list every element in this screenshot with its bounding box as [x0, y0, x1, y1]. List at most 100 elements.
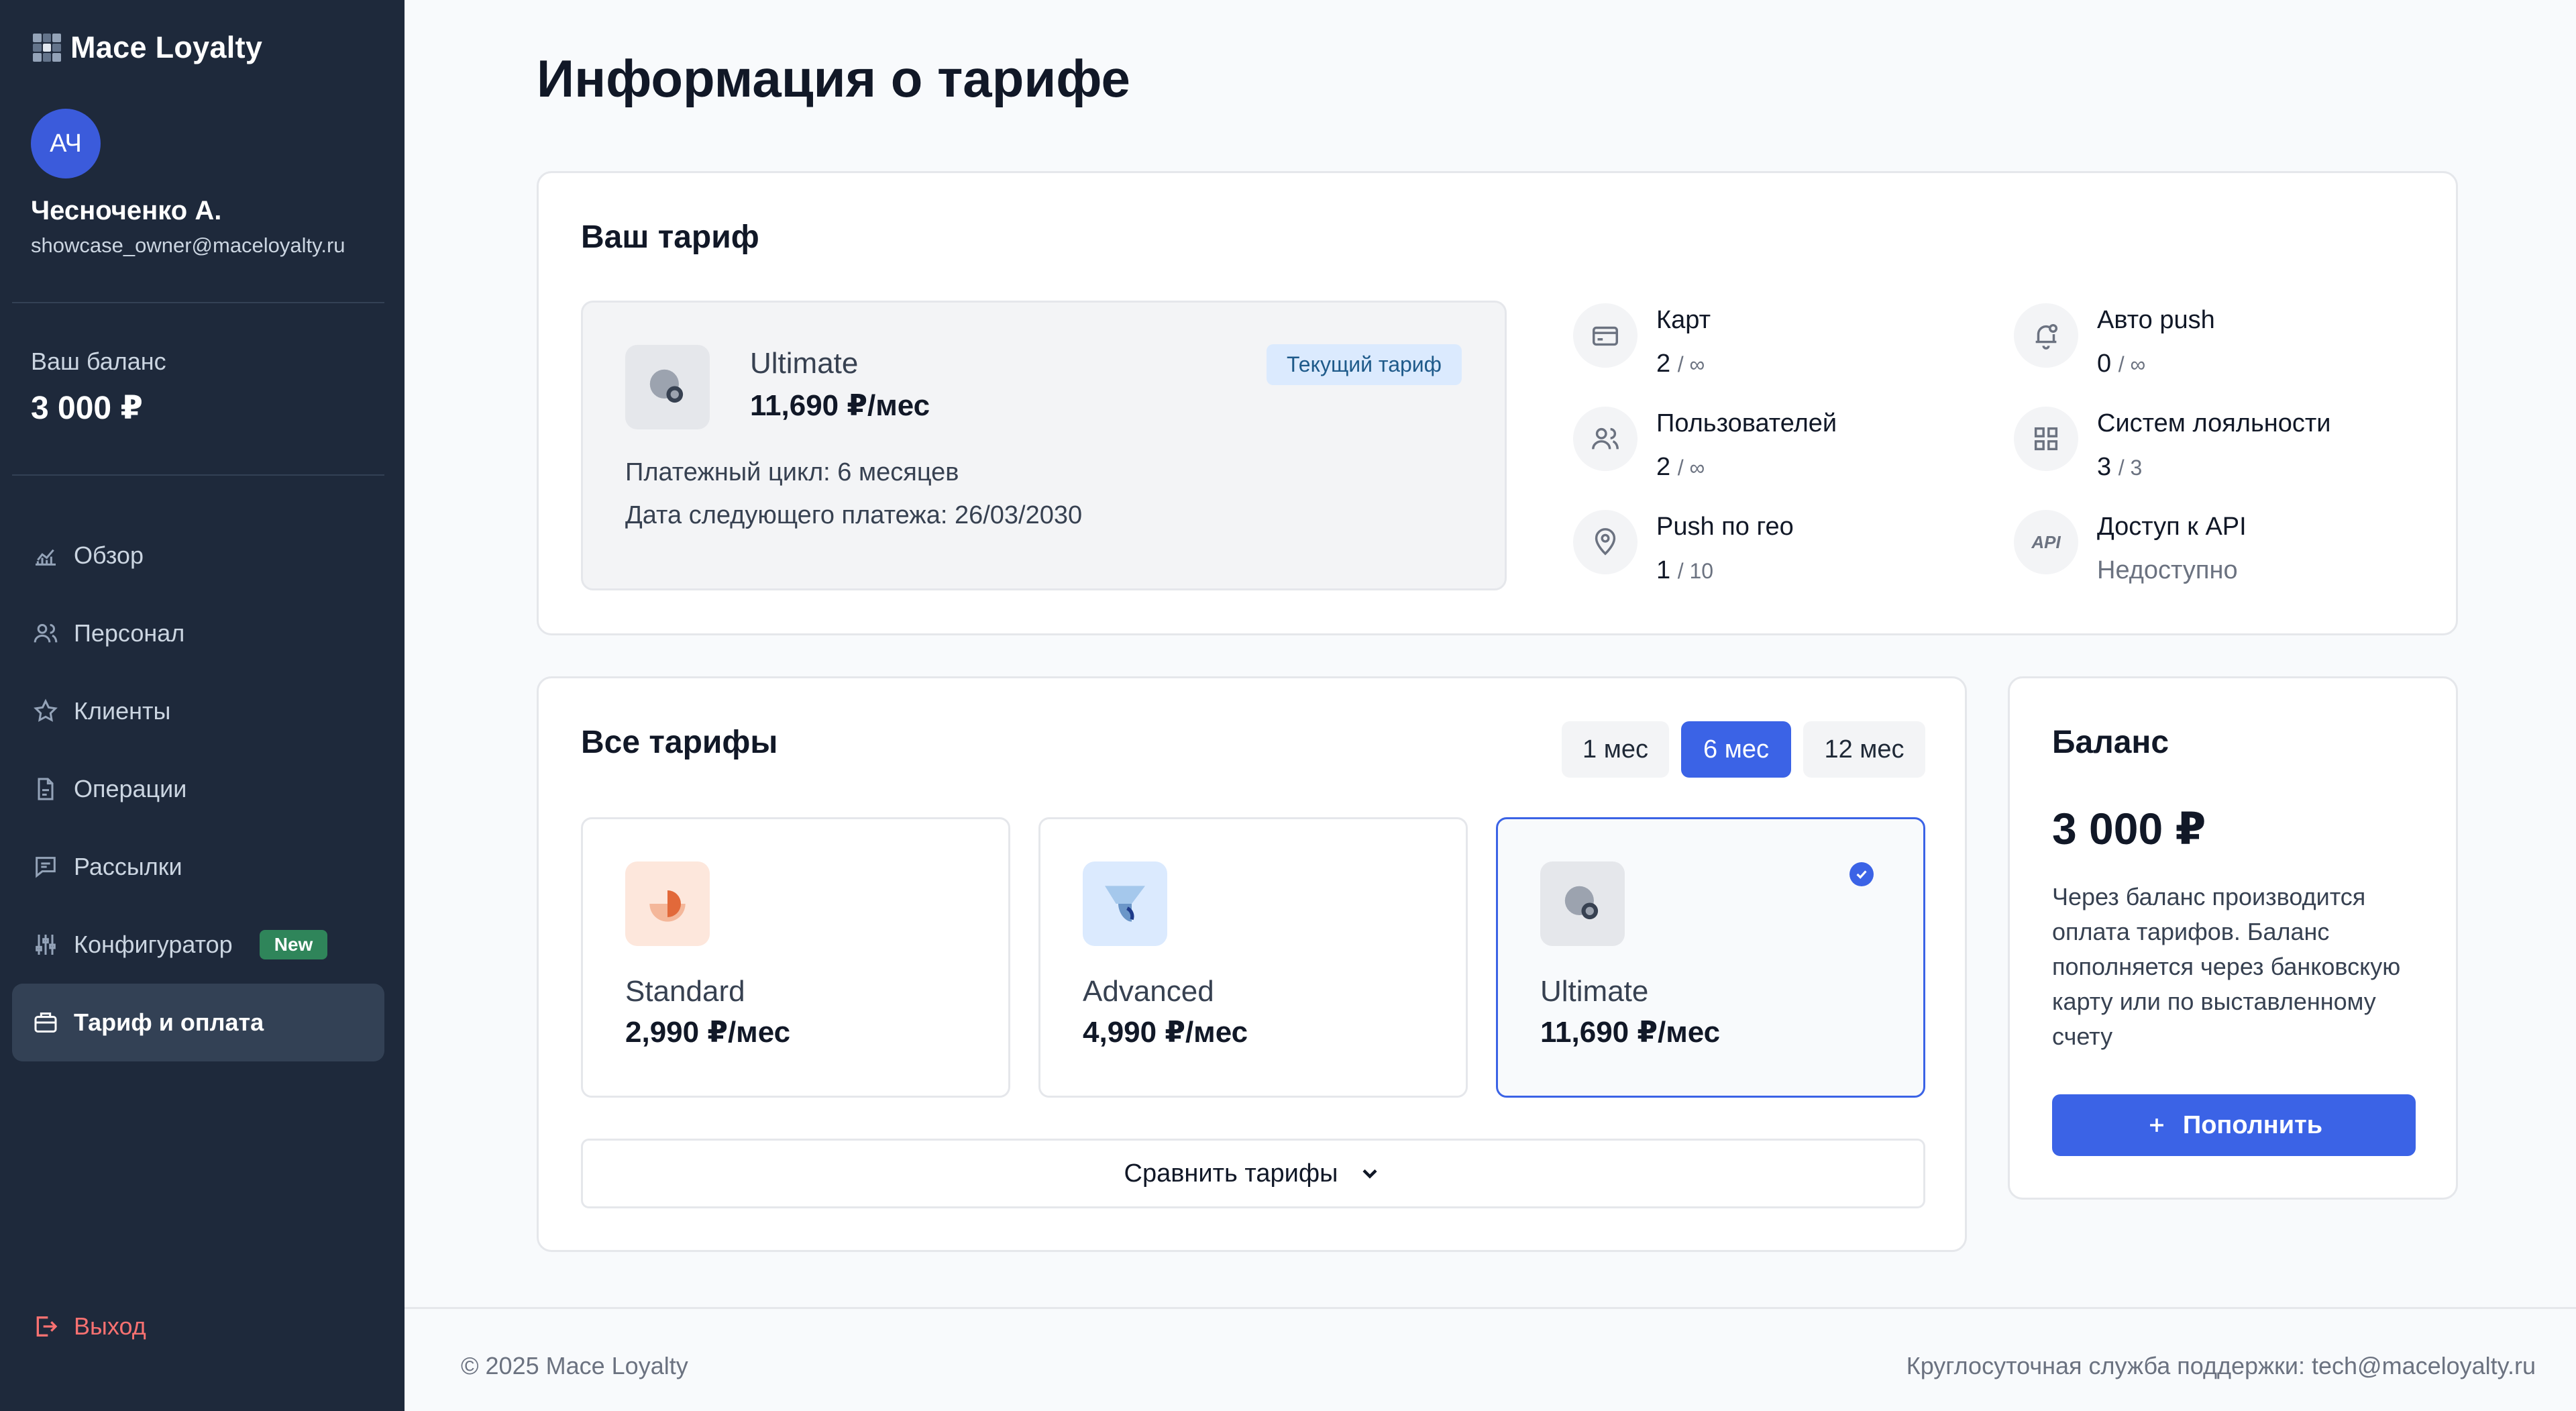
plus-icon: [2149, 1118, 2163, 1132]
sidebar-item-tariff-payment[interactable]: Тариф и оплата: [12, 984, 384, 1061]
balance-heading: Баланс: [2052, 725, 2169, 760]
logo-icon: [33, 34, 61, 62]
star-icon: [34, 698, 58, 722]
stat-value: 2 / ∞: [1656, 350, 1705, 378]
bell-icon: [2035, 323, 2058, 350]
logout-icon: [36, 1316, 58, 1337]
current-plan-box: Ultimate 11,690 ₽/мес Текущий тариф Плат…: [581, 301, 1507, 590]
plan-price: 4,990 ₽/мес: [1083, 1016, 1248, 1049]
balance-description: Через баланс производится оплата тарифов…: [2052, 883, 2401, 1050]
stat-value: 0 / ∞: [2097, 350, 2146, 378]
stat-api-access: API Доступ к API Недоступно: [2014, 510, 2247, 585]
plan-name: Ultimate: [1540, 975, 1649, 1008]
current-plan-heading: Ваш тариф: [581, 219, 759, 255]
sidebar-item-label: Рассылки: [74, 853, 182, 880]
sidebar-nav: Обзор Персонал Клиенты Операции Рассылки…: [12, 517, 384, 1061]
plan-price: 11,690 ₽/мес: [1540, 1016, 1721, 1049]
support-contact[interactable]: Круглосуточная служба поддержки: tech@ma…: [1907, 1352, 2536, 1380]
page-title: Информация о тарифе: [537, 49, 1130, 108]
sidebar-item-label: Операции: [74, 775, 187, 802]
plan-card-advanced[interactable]: Advanced 4,990 ₽/мес: [1038, 817, 1468, 1098]
period-12-months-button[interactable]: 12 мес: [1803, 721, 1925, 778]
sidebar-item-label: Тариф и оплата: [74, 1008, 264, 1036]
logout-button[interactable]: Выход: [32, 1312, 146, 1341]
top-up-button[interactable]: Пополнить: [2052, 1094, 2416, 1156]
current-plan-badge: Текущий тариф: [1267, 344, 1462, 385]
period-1-month-button[interactable]: 1 мес: [1562, 721, 1669, 778]
all-plans-heading: Все тарифы: [581, 725, 778, 760]
briefcase-icon: [34, 1012, 57, 1033]
stat-value: 2 / ∞: [1656, 453, 1705, 481]
stat-cards: Карт 2 / ∞: [1573, 303, 1711, 378]
api-icon: API: [2031, 531, 2061, 552]
stat-label: Push по гео: [1656, 513, 1794, 541]
stat-auto-push: Авто push 0 / ∞: [2014, 303, 2215, 378]
standard-plan-icon: [625, 861, 710, 946]
divider: [12, 474, 384, 476]
compare-plans-button[interactable]: Сравнить тарифы: [581, 1139, 1925, 1208]
user-name: Чесноченко А.: [31, 196, 222, 225]
copyright: © 2025 Mace Loyalty: [461, 1352, 688, 1379]
chart-icon: [36, 549, 56, 566]
stat-label: Карт: [1656, 306, 1711, 334]
plan-price: 2,990 ₽/мес: [625, 1016, 791, 1049]
sidebar-item-mailings[interactable]: Рассылки: [12, 828, 384, 906]
stat-value: 1 / 10: [1656, 556, 1714, 584]
period-6-months-button[interactable]: 6 мес: [1681, 721, 1791, 778]
plan-card-standard[interactable]: Standard 2,990 ₽/мес: [581, 817, 1010, 1098]
sidebar-item-staff[interactable]: Персонал: [12, 594, 384, 672]
location-icon: [1595, 528, 1616, 556]
sidebar-item-label: Конфигуратор: [74, 931, 233, 958]
sliders-icon: [36, 935, 56, 955]
avatar[interactable]: АЧ: [31, 109, 101, 178]
grid-icon: [2034, 427, 2058, 451]
plan-name: Advanced: [1083, 975, 1214, 1008]
chevron-down-icon: [1362, 1169, 1378, 1179]
ultimate-plan-icon: [1540, 861, 1625, 946]
users-icon: [1592, 427, 1619, 450]
sidebar-item-label: Обзор: [74, 541, 144, 569]
sidebar-balance-label: Ваш баланс: [31, 348, 166, 375]
stat-label: Пользователей: [1656, 409, 1837, 437]
sidebar-item-overview[interactable]: Обзор: [12, 517, 384, 594]
brand-logo[interactable]: Mace Loyalty: [33, 30, 262, 65]
stat-label: Систем лояльности: [2097, 409, 2331, 437]
sidebar-balance-value: 3 000 ₽: [31, 390, 143, 426]
next-payment-date: Дата следующего платежа: 26/03/2030: [625, 501, 1083, 529]
all-plans-card: Все тарифы 1 мес 6 мес 12 мес Standard 2…: [537, 676, 1967, 1252]
sidebar-item-clients[interactable]: Клиенты: [12, 672, 384, 750]
plan-name: Standard: [625, 975, 745, 1008]
card-icon: [1593, 326, 1618, 346]
stat-users: Пользователей 2 / ∞: [1573, 407, 1837, 482]
current-plan-price: 11,690 ₽/мес: [750, 389, 930, 422]
brand-name: Mace Loyalty: [70, 30, 263, 64]
payment-cycle: Платежный цикл: 6 месяцев: [625, 458, 959, 486]
compare-plans-label: Сравнить тарифы: [1124, 1159, 1338, 1188]
stat-loyalty-systems: Систем лояльности 3 / 3: [2014, 407, 2331, 482]
document-icon: [38, 778, 54, 800]
plan-card-ultimate[interactable]: Ultimate 11,690 ₽/мес: [1496, 817, 1925, 1098]
stat-label: Авто push: [2097, 306, 2215, 334]
logout-label: Выход: [74, 1312, 146, 1340]
footer: © 2025 Mace Loyalty Круглосуточная служб…: [405, 1307, 2576, 1411]
balance-card: Баланс 3 000 ₽ Через баланс производится…: [2008, 676, 2458, 1200]
divider: [12, 302, 384, 303]
stat-geo-push: Push по гео 1 / 10: [1573, 510, 1794, 585]
sidebar-item-configurator[interactable]: Конфигуратор New: [12, 906, 384, 984]
users-icon: [34, 624, 58, 643]
current-plan-name: Ultimate: [750, 347, 859, 380]
sidebar-item-operations[interactable]: Операции: [12, 750, 384, 828]
selected-check-icon: [1849, 862, 1874, 886]
ultimate-plan-icon: [625, 345, 710, 429]
stat-value: Недоступно: [2097, 556, 2238, 584]
current-plan-card: Ваш тариф Ultimate 11,690 ₽/мес Текущий …: [537, 171, 2458, 635]
advanced-plan-icon: [1083, 861, 1167, 946]
stat-label: Доступ к API: [2097, 513, 2247, 541]
sidebar: Mace Loyalty АЧ Чесноченко А. showcase_o…: [0, 0, 405, 1411]
new-badge: New: [259, 930, 328, 959]
stat-value: 3 / 3: [2097, 453, 2143, 481]
sidebar-item-label: Клиенты: [74, 697, 171, 725]
message-icon: [36, 857, 56, 878]
user-email: showcase_owner@maceloyalty.ru: [31, 233, 345, 257]
top-up-label: Пополнить: [2182, 1110, 2323, 1139]
